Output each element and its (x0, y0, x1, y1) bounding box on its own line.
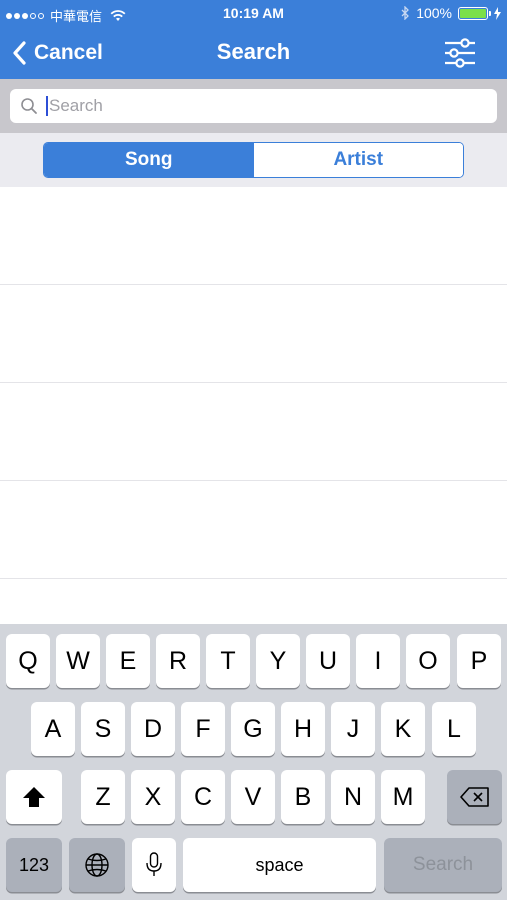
key-q[interactable]: Q (6, 634, 50, 688)
search-box[interactable] (10, 89, 497, 123)
globe-key[interactable] (69, 838, 125, 892)
key-s[interactable]: S (81, 702, 125, 756)
charging-icon (494, 6, 501, 20)
shift-key[interactable] (6, 770, 62, 824)
key-m[interactable]: M (381, 770, 425, 824)
segment-song[interactable]: Song (44, 143, 254, 177)
delete-key[interactable] (447, 770, 502, 824)
bluetooth-icon (401, 6, 410, 20)
key-x[interactable]: X (131, 770, 175, 824)
results-list (0, 187, 507, 624)
key-n[interactable]: N (331, 770, 375, 824)
space-key[interactable]: space (183, 838, 376, 892)
text-cursor (46, 96, 48, 116)
list-item[interactable] (0, 383, 507, 481)
search-input[interactable] (49, 96, 469, 116)
cancel-label: Cancel (34, 41, 103, 64)
shift-icon (23, 787, 45, 807)
delete-backward-icon (459, 787, 489, 807)
key-u[interactable]: U (306, 634, 350, 688)
key-i[interactable]: I (356, 634, 400, 688)
numbers-key[interactable]: 123 (6, 838, 62, 892)
search-icon (21, 98, 37, 114)
key-o[interactable]: O (406, 634, 450, 688)
key-t[interactable]: T (206, 634, 250, 688)
search-type-segmented-control: Song Artist (43, 142, 464, 178)
status-right: 100% (401, 5, 501, 21)
list-item[interactable] (0, 481, 507, 579)
status-bar: 中華電信 10:19 AM 100% (0, 0, 507, 28)
key-h[interactable]: H (281, 702, 325, 756)
key-b[interactable]: B (281, 770, 325, 824)
cancel-button[interactable]: Cancel (12, 38, 103, 68)
key-e[interactable]: E (106, 634, 150, 688)
key-w[interactable]: W (56, 634, 100, 688)
battery-percent: 100% (416, 5, 452, 21)
key-f[interactable]: F (181, 702, 225, 756)
dictation-key[interactable] (132, 838, 176, 892)
key-j[interactable]: J (331, 702, 375, 756)
navigation-bar: Cancel Search (0, 28, 507, 79)
keyboard: Q W E R T Y U I O P A S D F G H J K L Z … (0, 624, 507, 900)
segment-area: Song Artist (0, 133, 507, 187)
chevron-left-icon (13, 41, 26, 65)
list-item[interactable] (0, 285, 507, 383)
key-z[interactable]: Z (81, 770, 125, 824)
sliders-icon[interactable] (443, 37, 477, 69)
key-r[interactable]: R (156, 634, 200, 688)
key-p[interactable]: P (457, 634, 501, 688)
key-l[interactable]: L (432, 702, 476, 756)
key-d[interactable]: D (131, 702, 175, 756)
keyboard-search-key[interactable]: Search (384, 838, 502, 892)
microphone-icon (146, 852, 162, 876)
key-a[interactable]: A (31, 702, 75, 756)
key-c[interactable]: C (181, 770, 225, 824)
key-k[interactable]: K (381, 702, 425, 756)
key-y[interactable]: Y (256, 634, 300, 688)
battery-icon (458, 6, 491, 20)
list-item[interactable] (0, 187, 507, 285)
key-g[interactable]: G (231, 702, 275, 756)
segment-artist[interactable]: Artist (253, 143, 463, 177)
search-bar (0, 79, 507, 133)
key-v[interactable]: V (231, 770, 275, 824)
globe-icon (85, 853, 109, 877)
